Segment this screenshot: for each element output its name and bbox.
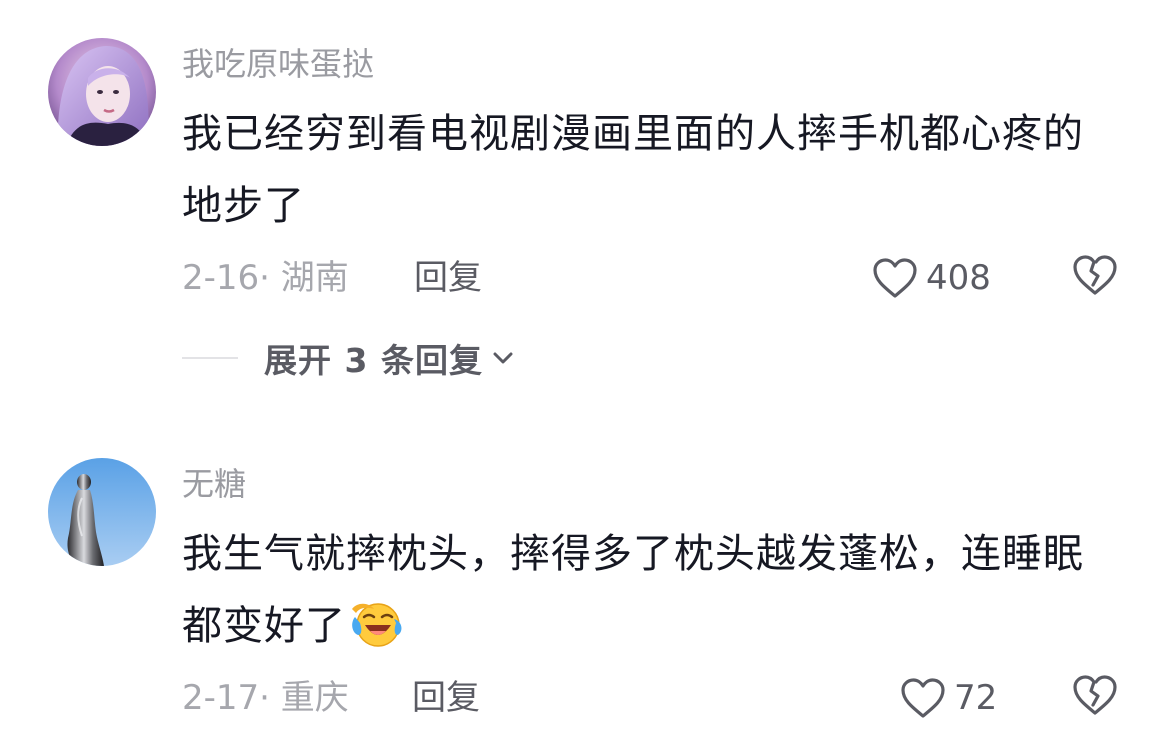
comment-text-body: 我生气就摔枕头，摔得多了枕头越发蓬松，连睡眠都变好了: [182, 531, 1084, 649]
like-button[interactable]: 72: [900, 673, 997, 723]
heart-outline-icon: [873, 258, 917, 298]
laughing-crying-face-icon: [350, 599, 404, 672]
user-avatar[interactable]: [48, 38, 156, 146]
comment-date-location: 2-17· 重庆: [182, 678, 349, 718]
like-count: 72: [954, 678, 998, 718]
heart-outline-icon: [901, 678, 945, 718]
username[interactable]: 无糖: [182, 464, 246, 504]
avatar-photo-icon: [48, 38, 156, 146]
divider-line: [182, 357, 238, 359]
reply-button[interactable]: 回复: [414, 256, 482, 300]
like-count: 408: [926, 258, 991, 298]
reply-button[interactable]: 回复: [412, 676, 480, 720]
expand-replies-label: 展开 3 条回复: [264, 341, 483, 380]
like-button[interactable]: 408: [872, 253, 991, 303]
comment-text: 我生气就摔枕头，摔得多了枕头越发蓬松，连睡眠都变好了: [182, 518, 1122, 672]
comment-date-location: 2-16· 湖南: [182, 258, 349, 298]
broken-heart-icon: [1073, 675, 1117, 715]
avatar-photo-icon: [48, 458, 156, 566]
broken-heart-icon: [1073, 255, 1117, 295]
username[interactable]: 我吃原味蛋挞: [182, 44, 374, 84]
expand-replies-button[interactable]: 展开 3 条回复: [182, 336, 515, 380]
comment-text: 我已经穷到看电视剧漫画里面的人摔手机都心疼的地步了: [182, 111, 1084, 229]
dislike-button[interactable]: [1072, 253, 1122, 303]
user-avatar[interactable]: [48, 458, 156, 566]
chevron-down-icon: [493, 352, 513, 364]
dislike-button[interactable]: [1072, 673, 1122, 723]
